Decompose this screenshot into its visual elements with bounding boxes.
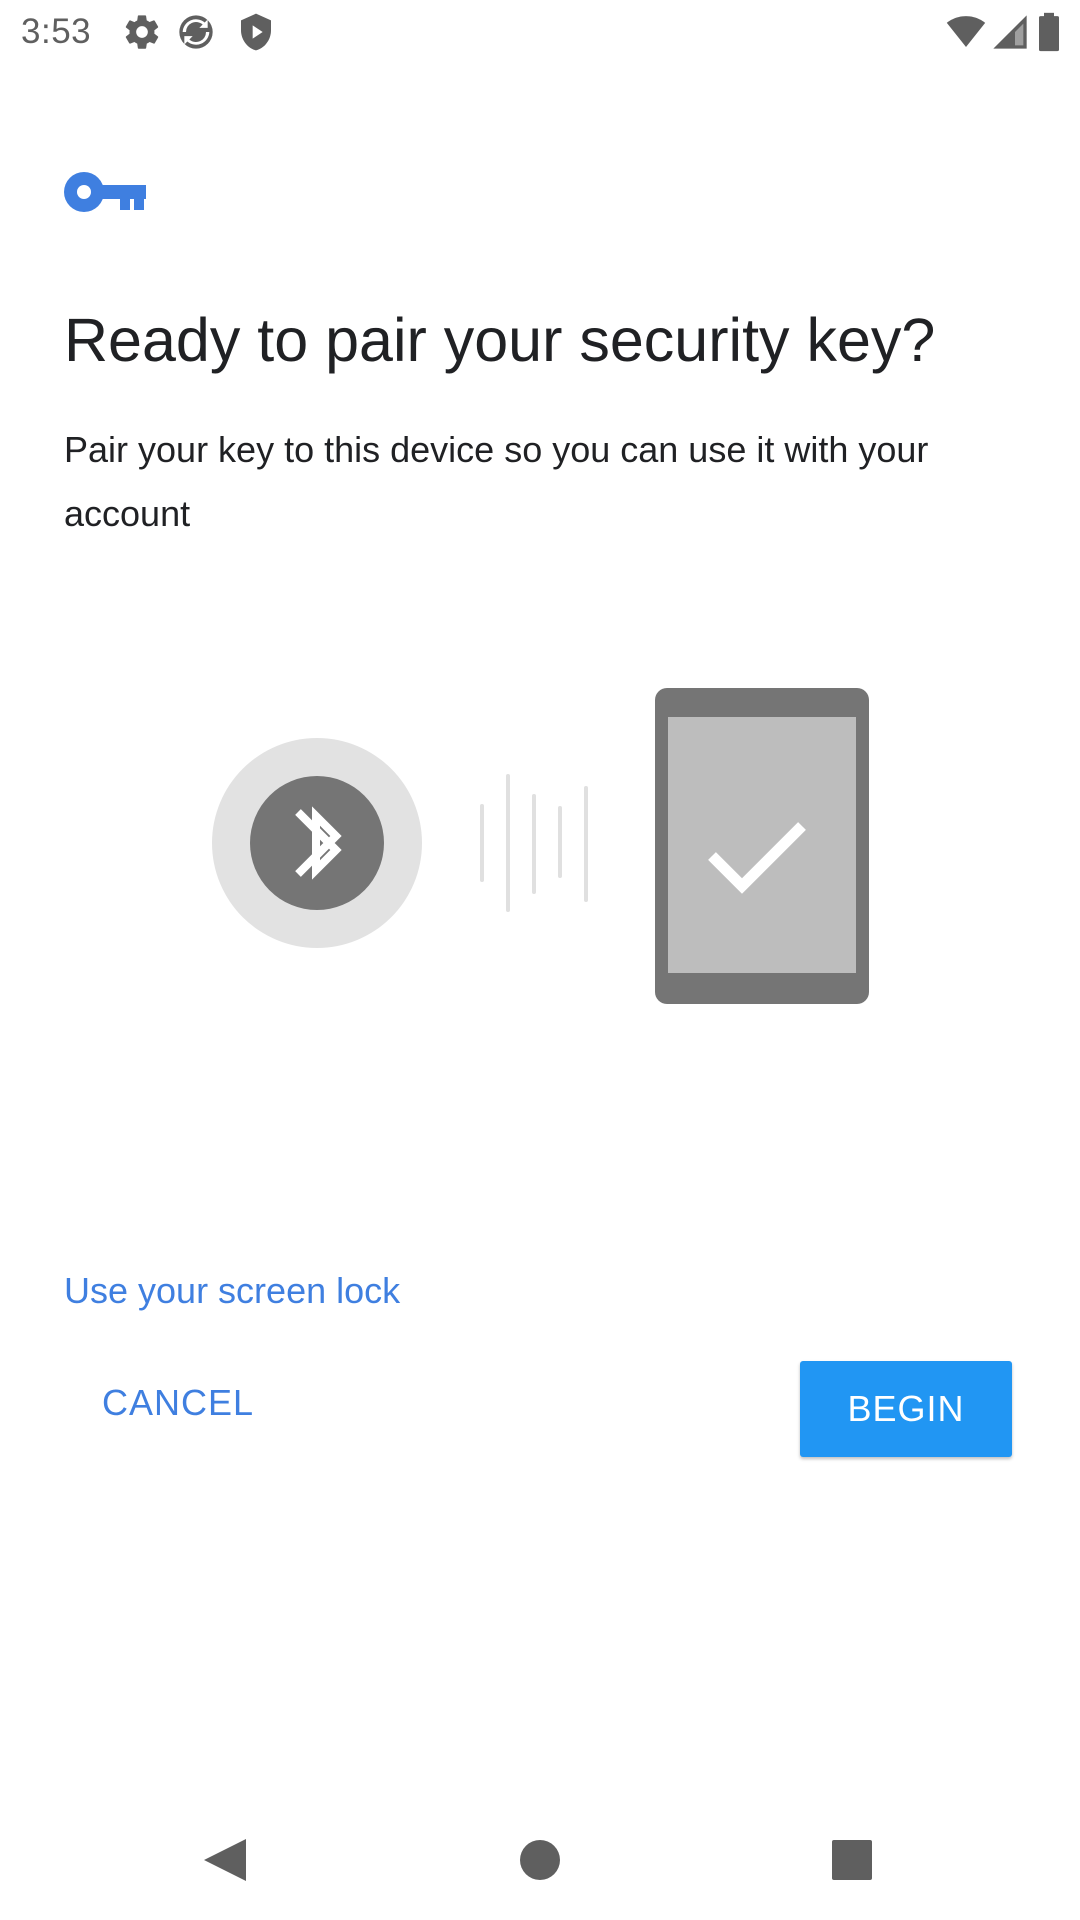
wifi-icon [946,16,986,47]
page-subtitle: Pair your key to this device so you can … [64,429,929,534]
navigation-bar [0,1800,1080,1920]
pairing-illustration [212,688,869,1004]
bluetooth-icon [212,738,422,948]
signal-lines-icon [480,774,588,912]
status-bar: 3:53 [0,0,1080,66]
begin-button[interactable]: BEGIN [800,1361,1012,1457]
screen: 3:53 Ready to pair your security key? Pa… [0,0,1080,1920]
page-title: Ready to pair your security key? [64,306,936,374]
settings-icon [125,15,159,49]
sync-icon [179,15,213,49]
status-time: 3:53 [21,12,92,51]
recents-icon[interactable] [812,1820,892,1900]
use-screen-lock-link[interactable]: Use your screen lock [64,1270,400,1312]
key-icon [64,172,146,212]
shield-play-icon [241,13,271,51]
home-icon[interactable] [500,1820,580,1900]
back-icon[interactable] [186,1820,266,1900]
cell-signal-icon [993,15,1027,49]
phone-check-icon [655,688,869,1004]
battery-icon [1039,12,1059,52]
cancel-button[interactable]: CANCEL [88,1355,268,1451]
